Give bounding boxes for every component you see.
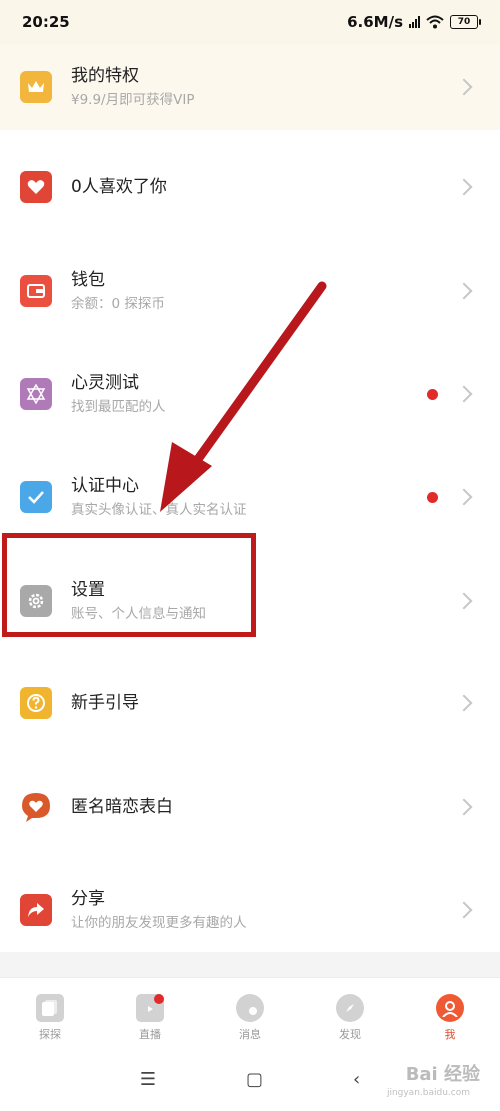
tab-explore[interactable]: 探探 (0, 978, 100, 1047)
tab-discover-label: 发现 (339, 1028, 361, 1041)
tab-me[interactable]: 我 (400, 978, 500, 1047)
cards-icon (36, 994, 64, 1022)
tab-messages[interactable]: 消息 (200, 978, 300, 1047)
bottom-tab-bar: 探探 直播 消息 发现 我 (0, 977, 500, 1047)
compass-icon (336, 994, 364, 1022)
tab-explore-label: 探探 (39, 1028, 61, 1041)
tab-live-label: 直播 (139, 1028, 161, 1041)
profile-icon (436, 994, 464, 1022)
watermark-brand: Bai 经验 (405, 1064, 480, 1085)
chat-bubble-icon (236, 994, 264, 1022)
home-icon[interactable]: ▢ (246, 1069, 263, 1090)
live-badge (154, 994, 164, 1004)
tab-live[interactable]: 直播 (100, 978, 200, 1047)
tab-discover[interactable]: 发现 (300, 978, 400, 1047)
menu-icon[interactable]: ☰ (140, 1069, 156, 1090)
back-icon[interactable]: ‹ (353, 1069, 360, 1090)
tab-me-label: 我 (444, 1028, 456, 1041)
tab-messages-label: 消息 (239, 1028, 261, 1041)
annotation-arrow (160, 281, 327, 512)
watermark-url: jingyan.baidu.com (386, 1088, 470, 1098)
